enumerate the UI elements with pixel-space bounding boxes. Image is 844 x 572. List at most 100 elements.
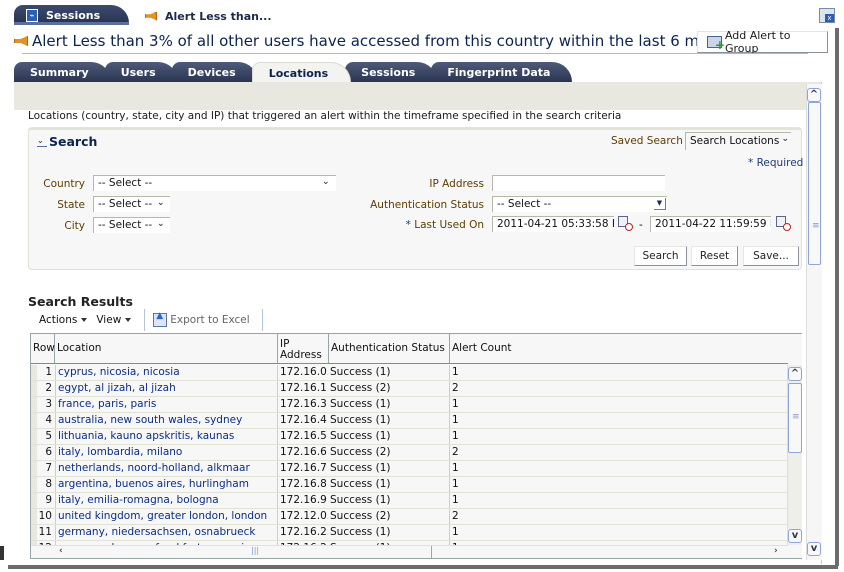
table-row[interactable]: 6 italy, lombardia, milano 172.16.6 Success…	[31, 445, 788, 461]
close-document-icon[interactable]: x	[819, 8, 835, 23]
table-vertical-scrollbar[interactable]: ^ ≡ v	[787, 365, 802, 545]
grip-icon: ≡	[792, 412, 800, 422]
view-label: View	[96, 314, 122, 326]
calendar-clock-icon[interactable]	[776, 216, 791, 231]
table-row[interactable]: 11 germany, niedersachsen, osnabrueck 172.…	[31, 525, 788, 541]
date-range-separator: -	[639, 219, 643, 231]
search-header[interactable]: ⌄ Search	[37, 134, 97, 149]
table-horizontal-scrollbar[interactable]: ‹ ||| ›	[31, 545, 788, 558]
saved-search-label: Saved Search	[611, 135, 683, 147]
column-header-auth-status[interactable]: Authentication Status	[329, 334, 450, 363]
table-row[interactable]: 9 italy, emilia-romagna, bologna 172.16.9 S…	[31, 493, 788, 509]
table-row[interactable]: 7 netherlands, noord-holland, alkmaar 172.…	[31, 461, 788, 477]
state-value: -- Select --	[98, 198, 153, 210]
location-link[interactable]: germany, niedersachsen, osnabrueck	[55, 525, 277, 540]
add-alert-to-group-button[interactable]: Add Alert to Group	[697, 29, 828, 55]
scroll-down-icon[interactable]: v	[807, 542, 821, 556]
add-group-icon	[707, 36, 725, 52]
ip-address-input[interactable]	[492, 175, 665, 191]
scrollbar-thumb[interactable]: ≡	[788, 383, 802, 453]
location-link[interactable]: australia, new south wales, sydney	[55, 413, 277, 428]
table-row[interactable]: 10 united kingdom, greater london, london…	[31, 509, 788, 525]
ip-address-cell: 172.16.6	[277, 445, 328, 460]
chevron-down-icon: ⌄	[157, 219, 165, 229]
table-row[interactable]: 5 lithuania, kauno apskritis, kaunas 172.1…	[31, 429, 788, 445]
frame-border	[8, 565, 838, 569]
export-to-excel-button[interactable]: Export to Excel	[153, 311, 250, 327]
tab-fingerprint-data[interactable]: Fingerprint Data	[431, 62, 573, 82]
table-row[interactable]: 3 france, paris, paris 172.16.3 Success (1)…	[31, 397, 788, 413]
column-header-location[interactable]: Location	[55, 334, 278, 363]
ip-address-cell: 172.16.3	[277, 397, 328, 412]
ip-address-cell: 172.16.8	[277, 477, 328, 492]
view-menu[interactable]: View	[96, 314, 132, 326]
scrollbar-thumb[interactable]: ≡	[808, 102, 821, 265]
tab-users[interactable]: Users	[104, 62, 178, 82]
last-used-to-input[interactable]: 2011-04-22 11:59:59 PM	[650, 216, 771, 232]
column-header-row[interactable]: Row	[31, 334, 55, 363]
location-link[interactable]: lithuania, kauno apskritis, kaunas	[55, 429, 277, 444]
location-link[interactable]: cyprus, nicosia, nicosia	[55, 365, 277, 380]
table-row[interactable]: 4 australia, new south wales, sydney 172.1…	[31, 413, 788, 429]
save-button[interactable]: Save...	[743, 246, 799, 266]
doc-tab-alert[interactable]: Alert Less than...	[145, 7, 272, 25]
tab-sessions[interactable]: Sessions	[345, 62, 438, 82]
scrollbar-thumb-edge	[431, 546, 432, 558]
location-link[interactable]: united kingdom, greater london, london	[55, 509, 277, 524]
location-link[interactable]: italy, lombardia, milano	[55, 445, 277, 460]
auth-status-label: Authentication Status	[370, 199, 484, 211]
splitter-handle[interactable]	[0, 546, 4, 560]
table-row[interactable]: 8 argentina, buenos aires, hurlingham 172.…	[31, 477, 788, 493]
caret-down-icon	[125, 318, 132, 322]
scroll-down-icon[interactable]: v	[788, 529, 802, 543]
reset-button[interactable]: Reset	[691, 246, 738, 266]
location-link[interactable]: italy, emilia-romagna, bologna	[55, 493, 277, 508]
collapse-icon[interactable]: ⌄	[37, 136, 47, 147]
auth-status-cell: Success (1)	[330, 366, 391, 378]
calendar-clock-icon[interactable]	[618, 216, 633, 231]
dropdown-arrow-icon[interactable]: ▼	[654, 198, 666, 210]
main-vertical-scrollbar[interactable]: ^ ≡ v	[806, 84, 822, 560]
required-mark: *	[405, 219, 411, 231]
tab-devices[interactable]: Devices	[171, 62, 258, 82]
export-label: Export to Excel	[170, 314, 250, 326]
scroll-left-icon[interactable]: ‹	[59, 546, 63, 556]
results-title: Search Results	[28, 294, 133, 309]
location-link[interactable]: france, paris, paris	[55, 397, 277, 412]
search-button[interactable]: Search	[634, 246, 687, 266]
doc-tab-label: Sessions	[46, 8, 101, 22]
tab-summary[interactable]: Summary	[14, 62, 111, 82]
chevron-down-icon: ⌄	[157, 198, 165, 208]
location-link[interactable]: egypt, al jizah, al jizah	[55, 381, 277, 396]
column-header-alert-count[interactable]: Alert Count	[450, 334, 788, 363]
tab-locations[interactable]: Locations	[251, 62, 352, 82]
table-row[interactable]: 2 egypt, al jizah, al jizah 172.16.1 Succes…	[31, 381, 788, 397]
location-link[interactable]: argentina, buenos aires, hurlingham	[55, 477, 277, 492]
saved-search-value: Search Locations	[690, 135, 780, 147]
table-row[interactable]: 1 cyprus, nicosia, nicosia 172.16.0. Succes…	[31, 365, 788, 381]
scroll-up-icon[interactable]: ^	[807, 88, 821, 102]
row-number: 4	[31, 413, 55, 428]
column-header-ip-address[interactable]: IP Address	[278, 334, 329, 363]
auth-status-select[interactable]: -- Select --	[492, 196, 667, 212]
last-used-from-input[interactable]: 2011-04-21 05:33:58 PM	[492, 216, 614, 232]
location-link[interactable]: netherlands, noord-holland, alkmaar	[55, 461, 277, 476]
auth-status-cell: Success (1)	[330, 494, 391, 506]
auth-status-cell: Success (2)	[330, 382, 391, 394]
scroll-up-icon[interactable]: ^	[788, 367, 802, 381]
ip-address-cell: 172.16.4	[277, 413, 328, 428]
city-label: City	[64, 220, 85, 232]
tab-bar: Summary Users Devices Locations Sessions…	[14, 62, 573, 82]
grip-icon: |||	[251, 546, 260, 555]
actions-menu[interactable]: Actions	[39, 314, 88, 326]
chevron-down-icon: ⌄	[781, 134, 789, 144]
scroll-right-icon[interactable]: ›	[774, 546, 778, 556]
ip-address-cell: 172.16.2.	[277, 525, 328, 540]
doc-tab-label: Alert Less than...	[165, 9, 272, 23]
country-select[interactable]: -- Select --	[93, 175, 336, 191]
sessions-doc-icon: ⌁	[26, 8, 38, 22]
alert-count-cell: 1	[449, 493, 779, 508]
description: Locations (country, state, city and IP) …	[28, 110, 622, 122]
state-label: State	[57, 199, 85, 211]
saved-search-select[interactable]: Search Locations ⌄	[685, 132, 791, 150]
